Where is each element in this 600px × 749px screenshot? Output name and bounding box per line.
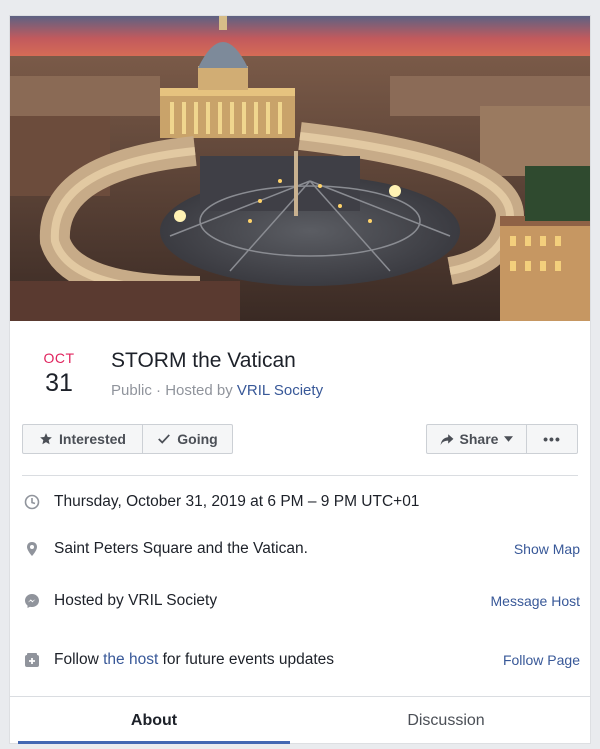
going-label: Going: [177, 431, 218, 447]
interested-button[interactable]: Interested: [22, 424, 143, 454]
more-options-button[interactable]: •••: [526, 424, 578, 454]
divider: [22, 475, 578, 476]
caret-down-icon: [504, 436, 514, 442]
host-link[interactable]: VRIL Society: [237, 382, 323, 399]
datetime-row: Thursday, October 31, 2019 at 6 PM – 9 P…: [24, 490, 580, 514]
tab-about-label: About: [130, 711, 178, 729]
event-subtitle: Public · Hosted by VRIL Society: [111, 382, 323, 399]
event-date: OCT 31: [34, 350, 84, 398]
event-datetime: Thursday, October 31, 2019 at 6 PM – 9 P…: [54, 493, 420, 510]
follow-page-link[interactable]: Follow Page: [503, 652, 580, 668]
the-host-link[interactable]: the host: [103, 651, 158, 668]
event-host: Hosted by VRIL Society: [54, 592, 218, 609]
check-icon: [158, 434, 171, 444]
tab-about[interactable]: About: [18, 697, 290, 744]
event-title: STORM the Vatican: [111, 349, 296, 372]
share-button[interactable]: Share: [426, 424, 527, 454]
host-row: Hosted by VRIL Society Message Host: [24, 589, 580, 613]
event-privacy: Public: [111, 382, 152, 399]
event-location: Saint Peters Square and the Vatican.: [54, 540, 308, 557]
event-month: OCT: [43, 350, 75, 366]
follow-suffix: for future events updates: [162, 651, 335, 668]
event-cover-photo[interactable]: [10, 16, 590, 321]
tab-discussion[interactable]: Discussion: [310, 697, 582, 744]
event-tabs: About Discussion: [10, 696, 590, 744]
message-host-link[interactable]: Message Host: [491, 593, 580, 609]
follow-text: Follow the host for future events update…: [54, 651, 334, 669]
going-button[interactable]: Going: [142, 424, 233, 454]
share-label: Share: [459, 431, 499, 447]
map-pin-icon: [27, 542, 37, 556]
location-row: Saint Peters Square and the Vatican. Sho…: [24, 537, 580, 561]
tab-discussion-label: Discussion: [407, 711, 485, 729]
follow-page-icon: [25, 653, 39, 667]
follow-prefix: Follow: [54, 651, 99, 668]
messenger-icon: [25, 594, 39, 608]
interested-label: Interested: [59, 431, 126, 447]
event-day: 31: [45, 369, 73, 397]
show-map-link[interactable]: Show Map: [514, 541, 580, 557]
event-card: OCT 31 STORM the Vatican Public · Hosted…: [9, 15, 591, 744]
star-icon: [40, 433, 52, 445]
follow-row: Follow the host for future events update…: [24, 648, 580, 672]
vatican-square-photo: [10, 16, 590, 321]
clock-icon: [24, 494, 40, 510]
more-options-label: •••: [543, 431, 561, 447]
hosted-by-prefix: Hosted by: [165, 382, 233, 399]
share-arrow-icon: [440, 433, 453, 445]
subtitle-separator: ·: [151, 382, 166, 399]
